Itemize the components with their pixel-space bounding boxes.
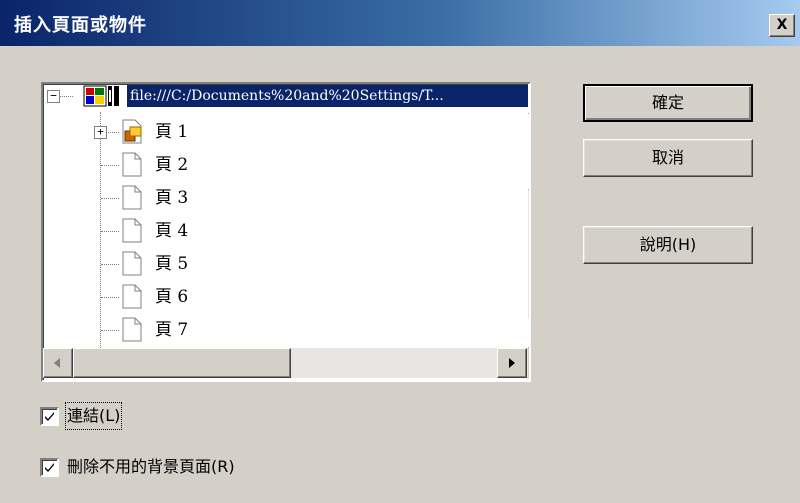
- checkmark-icon: [45, 463, 54, 472]
- scrollbar-corner: [528, 348, 529, 378]
- tree-item-page[interactable]: 頁 6: [43, 281, 523, 313]
- tree-item-label: 頁 6: [155, 287, 189, 307]
- scroll-right-button[interactable]: [497, 348, 527, 378]
- tree-connector-line: [101, 297, 119, 298]
- left-arrow-icon: [54, 358, 60, 368]
- delete-unused-backgrounds-checkbox[interactable]: [40, 458, 59, 477]
- tree-item-page[interactable]: + 頁 1: [43, 116, 523, 148]
- tree-item-label: 頁 4: [155, 221, 189, 241]
- tree-item-page[interactable]: 頁 7: [43, 314, 523, 346]
- scroll-left-button[interactable]: [43, 348, 73, 378]
- tree-item-page[interactable]: 頁 2: [43, 149, 523, 181]
- page-icon: [122, 284, 142, 309]
- tree-item-page[interactable]: 頁 5: [43, 248, 523, 280]
- tree-connector-line: [101, 330, 119, 331]
- tree-item-label: 頁 5: [155, 254, 189, 274]
- tree-connector-line: [101, 264, 119, 265]
- vertical-scroll-thumb[interactable]: [528, 114, 529, 190]
- page-icon: [122, 317, 142, 342]
- page-icon: [122, 218, 142, 243]
- tree-connector-line: [101, 165, 119, 166]
- close-button[interactable]: X: [769, 14, 795, 37]
- expand-icon[interactable]: +: [94, 126, 107, 139]
- horizontal-scroll-thumb[interactable]: [73, 348, 291, 378]
- tree-root-label[interactable]: file:///C:/Documents%20and%20Settings/T.…: [127, 85, 529, 107]
- page-icon: [122, 251, 142, 276]
- tree-item-page[interactable]: 頁 4: [43, 215, 523, 247]
- scroll-up-button[interactable]: [528, 84, 529, 114]
- tree-item-page[interactable]: 頁 3: [43, 182, 523, 214]
- tree-connector-line: [101, 231, 119, 232]
- right-arrow-icon: [509, 358, 515, 368]
- tree-item-label: 頁 2: [155, 155, 189, 175]
- page-icon: [122, 152, 142, 177]
- link-checkbox[interactable]: [40, 407, 59, 426]
- horizontal-scrollbar[interactable]: [43, 348, 528, 378]
- tree-item-label: 頁 1: [155, 122, 189, 142]
- ok-button[interactable]: 確定: [583, 84, 753, 122]
- delete-unused-backgrounds-label: 刪除不用的背景頁面(R): [67, 457, 235, 476]
- page-icon: [122, 185, 142, 210]
- link-label: 連結(L): [64, 402, 123, 430]
- checkmark-icon: [45, 412, 54, 421]
- page-tree-view[interactable]: − file:///C:/Documents%20and%20Settings/…: [41, 82, 531, 382]
- vertical-scrollbar[interactable]: [528, 84, 529, 348]
- title-bar[interactable]: 插入頁面或物件 X: [0, 0, 800, 46]
- dialog-title: 插入頁面或物件: [14, 15, 147, 36]
- collapse-icon[interactable]: −: [47, 90, 60, 103]
- object-page-icon: [122, 119, 142, 144]
- scroll-down-button[interactable]: [528, 318, 529, 348]
- document-icon: [83, 85, 119, 107]
- tree-connector-line: [101, 198, 119, 199]
- help-button[interactable]: 說明(H): [583, 226, 753, 264]
- tree-item-label: 頁 7: [155, 320, 189, 340]
- cancel-button[interactable]: 取消: [583, 139, 753, 177]
- tree-item-label: 頁 3: [155, 188, 189, 208]
- tree-connector-line: [59, 96, 73, 97]
